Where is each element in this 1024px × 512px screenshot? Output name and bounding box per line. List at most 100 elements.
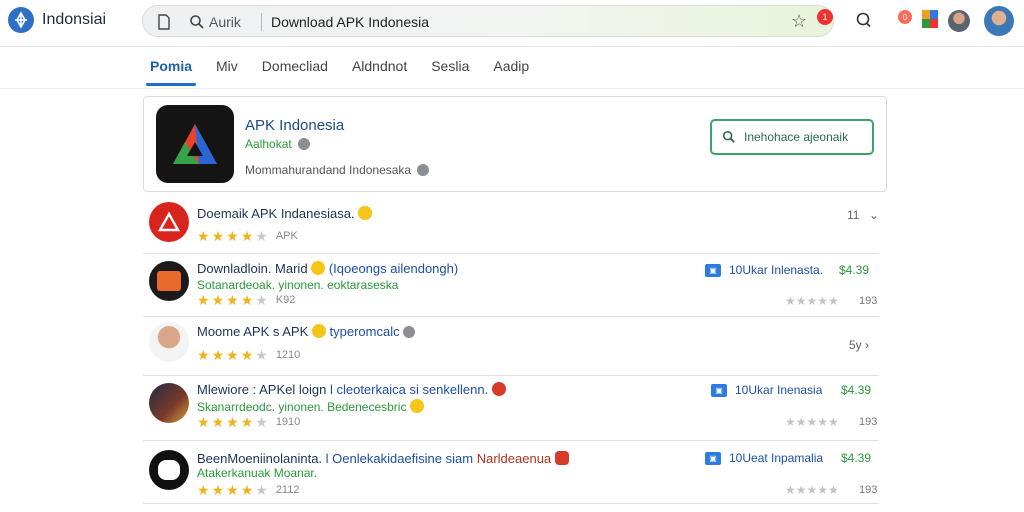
result-tag[interactable]: ▣ 10Ukar Inlenasta. [705, 263, 823, 277]
apps-grid-icon[interactable] [922, 10, 938, 28]
red-a-icon[interactable] [149, 202, 189, 242]
tab-pomia[interactable]: Pomia [145, 58, 197, 86]
star-icon: ★ [255, 347, 268, 363]
extension-badge[interactable]: 1 [817, 9, 833, 25]
star-icon: ★ [226, 482, 239, 498]
rating-count-secondary: 193 [859, 295, 878, 307]
rating-stars: ★ ★ ★ ★ ★ 1210 [197, 348, 300, 362]
result-title-text: BeenMoeniinolaninta. [197, 451, 323, 466]
tab-aadip[interactable]: Aadip [493, 58, 529, 86]
result-title-text: Mlewiore : APKel loign [197, 382, 327, 397]
search-icon [722, 130, 735, 143]
result-price[interactable]: $4.39 [841, 451, 871, 465]
emoji-icon [358, 206, 373, 220]
notification-bell-icon[interactable] [855, 11, 873, 34]
category-tabs: Pomia Miv Domecliad Aldndnot Seslia Aadi… [145, 58, 553, 86]
search-input[interactable]: Download APK Indonesia [271, 14, 429, 30]
result-title-highlight: (Iqoeongs ailendongh) [328, 261, 459, 276]
result-row[interactable]: Doemaik APK Indanesiasa. ★ ★ ★ ★ ★ APK 11 ⌄ [143, 198, 879, 254]
star-icon: ★ [255, 228, 268, 244]
star-icon: ★ [197, 347, 210, 363]
install-button-label: Inehohace ajeonaik [744, 130, 849, 144]
bag-icon [554, 451, 569, 465]
chevron-right-icon[interactable]: › [865, 338, 869, 352]
rating-stars: ★ ★ ★ ★ ★ K92 [197, 293, 295, 307]
result-price[interactable]: $4.39 [839, 263, 869, 277]
game-icon[interactable] [149, 383, 189, 423]
globe-icon [403, 326, 416, 338]
rating-count-secondary: 193 [859, 416, 878, 428]
rating-stars-secondary: ★★★★★ [785, 483, 839, 497]
profile-avatar[interactable] [984, 6, 1014, 36]
chevron-down-icon[interactable]: ⌄ [869, 208, 879, 222]
result-price[interactable]: $4.39 [841, 383, 871, 397]
divider [0, 46, 1024, 47]
search-icon[interactable] [189, 14, 205, 35]
star-icon: ★ [211, 292, 225, 308]
result-title-text: Downladloin. Marid [197, 261, 308, 276]
result-meta: 5y › [849, 338, 869, 352]
tab-domecliad[interactable]: Domecliad [262, 58, 328, 86]
rating-count: APK [275, 230, 298, 242]
result-row[interactable]: Mlewiore : APKel loign l cleoterkaica si… [143, 377, 879, 441]
result-subtitle: Atakerkanuak Moanar. [197, 466, 318, 480]
result-title[interactable]: Downladloin. Marid (Iqoeongs ailendongh) [197, 261, 458, 276]
device-icon: ▣ [705, 451, 721, 465]
result-title[interactable]: Doemaik APK Indanesiasa. [197, 206, 373, 221]
app-subtitle: Mommahurandand Indonesaka [245, 163, 430, 177]
result-tag[interactable]: ▣ 10Ukar Inenasia [711, 383, 822, 397]
result-meta: 11 ⌄ [847, 208, 879, 222]
search-bar[interactable]: Aurik Download APK Indonesia ☆ 1 [142, 5, 834, 37]
robot-face-icon[interactable] [149, 450, 189, 490]
tablet-icon[interactable] [149, 261, 189, 301]
star-icon: ★ [240, 292, 254, 308]
result-tag[interactable]: ▣ 10Ueat Inpamalia [705, 451, 823, 465]
result-tag-text: 10Ukar Inenasia [735, 383, 823, 397]
device-icon: ▣ [711, 383, 727, 397]
result-subtitle: Sotanardeoak. yinonen. eoktaraseska [197, 278, 399, 292]
star-icon: ★ [240, 414, 254, 430]
result-subtitle: Skanarrdeodc. yinonen. Bedenecesbric [197, 399, 424, 414]
notification-count-badge[interactable]: 0 [898, 10, 912, 24]
result-title[interactable]: Mlewiore : APKel loign l cleoterkaica si… [197, 382, 506, 397]
star-icon: ★ [226, 228, 239, 244]
brand[interactable]: Indonsiai [8, 7, 106, 33]
app-subtitle-text: Mommahurandand Indonesaka [245, 163, 412, 177]
bookmark-star-icon[interactable]: ☆ [791, 12, 807, 30]
install-button[interactable]: Inehohace ajeonaik [710, 119, 874, 155]
rating-stars-secondary: ★★★★★ [785, 294, 839, 308]
tab-seslia[interactable]: Seslia [431, 58, 469, 86]
result-row[interactable]: Downladloin. Marid (Iqoeongs ailendongh)… [143, 255, 879, 317]
app-developer[interactable]: Aalhokat [245, 137, 310, 151]
result-tag-text: 10Ukar Inlenasta. [729, 263, 824, 277]
result-row[interactable]: BeenMoeniinolaninta. l Oenlekakidaefisin… [143, 442, 879, 504]
globe-icon [297, 138, 310, 150]
result-title[interactable]: BeenMoeniinolaninta. l Oenlekakidaefisin… [197, 451, 569, 466]
result-title-text: Doemaik APK Indanesiasa. [197, 206, 355, 221]
globe-icon [417, 164, 430, 176]
rating-count: K92 [275, 294, 296, 306]
man-portrait-icon[interactable] [149, 322, 189, 362]
rating-count: 1210 [275, 349, 301, 361]
result-row[interactable]: Moome APK s APK typeromcalc ★ ★ ★ ★ ★ 1210 5… [143, 318, 879, 376]
profile-avatar-secondary[interactable] [948, 10, 970, 32]
star-icon: ★ [211, 482, 225, 498]
result-title-accent: Narldeaenua [476, 451, 552, 466]
document-icon[interactable] [157, 14, 171, 35]
featured-app-card[interactable]: APK Indonesia Aalhokat Mommahurandand In… [143, 96, 887, 192]
search-engine-hint: Aurik [209, 14, 241, 30]
rating-count-secondary: 193 [859, 484, 878, 496]
tab-aldndnot[interactable]: Aldndnot [352, 58, 407, 86]
brand-name: Indonsiai [42, 11, 107, 28]
result-title[interactable]: Moome APK s APK typeromcalc [197, 324, 416, 339]
star-icon: ★ [211, 347, 225, 363]
app-logo-icon[interactable] [156, 105, 234, 183]
brand-logo-icon [8, 7, 34, 33]
tab-miv[interactable]: Miv [216, 58, 238, 86]
star-icon: ★ [197, 228, 210, 244]
star-icon: ★ [255, 414, 268, 430]
rating-count: 2112 [275, 484, 300, 496]
star-icon: ★ [226, 347, 239, 363]
app-title[interactable]: APK Indonesia [245, 117, 344, 134]
rating-count: 1910 [275, 416, 301, 428]
